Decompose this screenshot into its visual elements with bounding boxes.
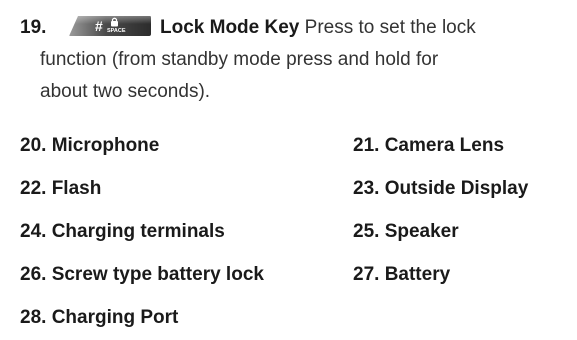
part-speaker: 25. Speaker bbox=[353, 221, 459, 242]
manual-page: 19. # SPACE Lock Mode Key Press to set t… bbox=[0, 0, 577, 340]
lock-mode-desc-line2: function (from standby mode press and ho… bbox=[40, 49, 439, 70]
key-hash-glyph: # bbox=[95, 18, 103, 34]
lock-mode-key-title: Lock Mode Key bbox=[160, 17, 300, 38]
part-camera-lens: 21. Camera Lens bbox=[353, 135, 505, 156]
part-screw-battery-lock: 26. Screw type battery lock bbox=[20, 264, 264, 285]
part-outside-display: 23. Outside Display bbox=[353, 178, 529, 199]
part-flash: 22. Flash bbox=[20, 178, 102, 199]
part-charging-port: 28. Charging Port bbox=[20, 307, 179, 328]
lock-mode-key-item: 19. # SPACE Lock Mode Key Press to set t… bbox=[20, 12, 572, 108]
lock-mode-key-icon: # SPACE bbox=[68, 15, 152, 37]
key-space-label: SPACE bbox=[107, 28, 126, 34]
part-microphone: 20. Microphone bbox=[20, 135, 160, 156]
part-charging-terminals: 24. Charging terminals bbox=[20, 221, 225, 242]
part-battery: 27. Battery bbox=[353, 264, 451, 285]
item-number: 19. bbox=[20, 17, 47, 38]
lock-mode-desc-line1: Press to set the lock bbox=[299, 17, 476, 38]
lock-mode-desc-line3: about two seconds). bbox=[40, 81, 211, 102]
